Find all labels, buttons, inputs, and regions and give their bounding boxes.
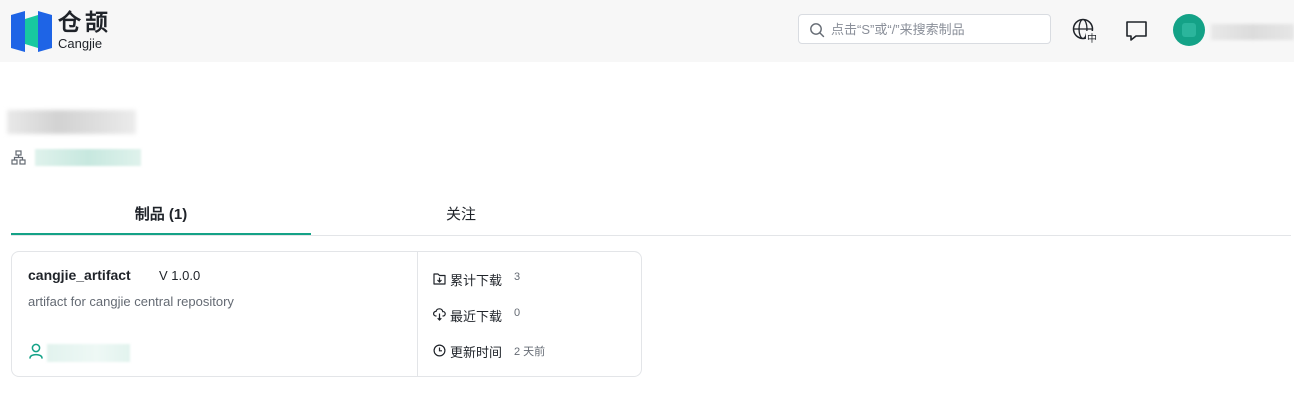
avatar-placeholder-icon bbox=[1182, 23, 1196, 37]
artifact-version: V 1.0.0 bbox=[159, 268, 201, 283]
clock-icon bbox=[433, 344, 446, 357]
search-input[interactable] bbox=[831, 15, 1041, 43]
org-id-redacted[interactable] bbox=[35, 149, 141, 166]
profile-tabs: 制品 (1) 关注 bbox=[11, 198, 1291, 236]
tab-artifacts[interactable]: 制品 (1) bbox=[11, 198, 311, 235]
card-divider bbox=[417, 252, 418, 376]
cloud-download-icon bbox=[433, 308, 446, 321]
stat-total-downloads-value: 3 bbox=[514, 271, 521, 283]
download-folder-icon bbox=[433, 273, 446, 285]
globe-icon: 中 bbox=[1072, 18, 1099, 45]
tab-following[interactable]: 关注 bbox=[311, 198, 611, 234]
top-navbar: 仓颉 Cangjie 中 bbox=[0, 0, 1294, 62]
user-avatar[interactable] bbox=[1173, 14, 1205, 46]
logo-text-cn[interactable]: 仓颉 bbox=[58, 8, 112, 36]
artifact-card[interactable]: cangjie_artifact V 1.0.0 artifact for ca… bbox=[11, 251, 642, 377]
stat-updated-time-value: 2 天前 bbox=[514, 346, 546, 358]
user-name-redacted[interactable] bbox=[1211, 24, 1294, 40]
stat-total-downloads-label: 累计下载 bbox=[450, 273, 503, 288]
artifact-owner-redacted[interactable] bbox=[47, 344, 130, 362]
artifact-description: artifact for cangjie central repository bbox=[28, 294, 234, 309]
chat-icon bbox=[1126, 21, 1147, 41]
org-name-redacted bbox=[7, 110, 136, 134]
message-button[interactable] bbox=[1124, 18, 1150, 44]
search-icon bbox=[810, 23, 825, 38]
artifact-name[interactable]: cangjie_artifact bbox=[28, 267, 131, 283]
logo-text-en[interactable]: Cangjie bbox=[58, 36, 102, 52]
stat-updated-time-label: 更新时间 bbox=[450, 345, 503, 360]
stat-recent-downloads-label: 最近下载 bbox=[450, 309, 503, 324]
cangjie-logo-icon[interactable] bbox=[11, 11, 52, 52]
language-badge: 中 bbox=[1087, 32, 1097, 45]
language-switch-button[interactable]: 中 bbox=[1071, 17, 1101, 45]
user-icon bbox=[29, 343, 43, 359]
organization-icon bbox=[11, 150, 26, 165]
search-box[interactable] bbox=[798, 14, 1051, 44]
stat-recent-downloads-value: 0 bbox=[514, 307, 521, 319]
